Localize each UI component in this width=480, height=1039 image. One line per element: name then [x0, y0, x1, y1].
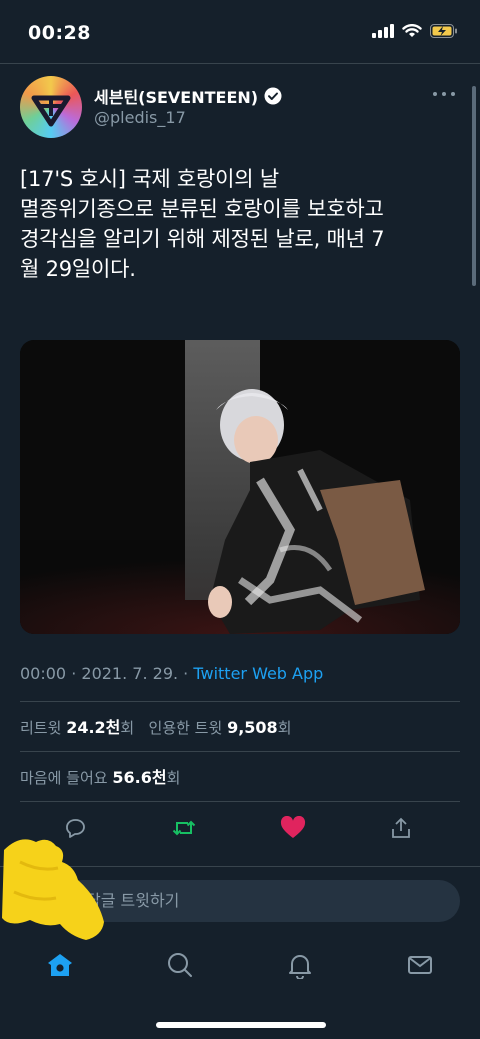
like-button[interactable] — [277, 812, 309, 844]
tweet-text-line: [17'S 호시] 국제 호랑이의 날 — [20, 167, 279, 191]
tweet-date: 2021. 7. 29. — [81, 664, 179, 683]
tweet-meta: 00:00 · 2021. 7. 29. · Twitter Web App — [20, 664, 323, 683]
share-icon — [392, 817, 410, 838]
retweet-quote-stats: 리트윗 24.2천회 인용한 트윗 9,508회 — [20, 714, 292, 738]
tweet-photo[interactable] — [20, 340, 460, 634]
share-button[interactable] — [385, 812, 417, 844]
tweet-text-line: 월 29일이다. — [20, 257, 136, 281]
like-stats: 마음에 들어요 56.6천회 — [20, 764, 180, 788]
meta-separator: · — [71, 664, 77, 683]
tab-search[interactable] — [163, 948, 197, 982]
retweet-button[interactable] — [168, 812, 200, 844]
retweet-icon — [172, 820, 196, 836]
wifi-icon — [402, 24, 422, 37]
tab-notifications[interactable] — [283, 948, 317, 982]
retweets-count[interactable]: 24.2천 — [66, 718, 120, 737]
meta-separator: · — [183, 664, 189, 683]
tweet-time: 00:00 — [20, 664, 67, 683]
status-bar: 00:28 — [0, 0, 480, 62]
status-icons — [372, 24, 458, 38]
quotes-unit: 회 — [277, 719, 292, 737]
search-icon — [168, 953, 192, 977]
seventeen-logo-icon — [31, 95, 71, 127]
home-indicator[interactable] — [156, 1022, 326, 1028]
sticker-overlay — [2, 839, 104, 940]
author-handle[interactable]: @pledis_17 — [94, 108, 186, 127]
bell-icon — [289, 955, 311, 979]
author-name[interactable]: 세븐틴(SEVENTEEN) — [94, 84, 282, 108]
stage-photo — [20, 340, 460, 634]
signal-icon — [372, 24, 394, 38]
quotes-count[interactable]: 9,508 — [227, 718, 278, 737]
home-icon — [48, 954, 72, 976]
retweets-unit: 회 — [120, 719, 135, 737]
display-name-text[interactable]: 세븐틴(SEVENTEEN) — [94, 84, 258, 108]
verified-badge-icon — [264, 87, 282, 105]
avatar[interactable] — [20, 76, 82, 138]
heart-icon — [280, 816, 306, 838]
tab-home[interactable] — [43, 948, 77, 982]
more-icon[interactable] — [430, 86, 458, 102]
mail-icon — [408, 956, 432, 974]
likes-label[interactable]: 마음에 들어요 — [20, 769, 108, 787]
quotes-label[interactable]: 인용한 트윗 — [149, 719, 223, 737]
tab-messages[interactable] — [403, 948, 437, 982]
reply-input[interactable]: 답글 트윗하기 — [62, 880, 460, 922]
tweet-text-line: 경각심을 알리기 위해 제정된 날로, 매년 7 — [20, 227, 385, 251]
status-time: 00:28 — [28, 22, 91, 44]
divider — [20, 751, 460, 752]
tweet-text-line: 멸종위기종으로 분류된 호랑이를 보호하고 — [20, 197, 384, 221]
likes-count[interactable]: 56.6천 — [112, 768, 166, 787]
divider — [20, 701, 460, 702]
retweets-label[interactable]: 리트윗 — [20, 719, 61, 737]
likes-unit: 회 — [166, 769, 181, 787]
bottom-tab-bar — [0, 940, 480, 990]
source-app-link[interactable]: Twitter Web App — [193, 664, 323, 683]
divider — [20, 801, 460, 802]
tweet-text: [17'S 호시] 국제 호랑이의 날 멸종위기종으로 분류된 호랑이를 보호하… — [20, 164, 460, 284]
header-divider — [0, 63, 480, 64]
scrollbar[interactable] — [472, 86, 476, 286]
battery-charging-icon — [430, 24, 457, 38]
